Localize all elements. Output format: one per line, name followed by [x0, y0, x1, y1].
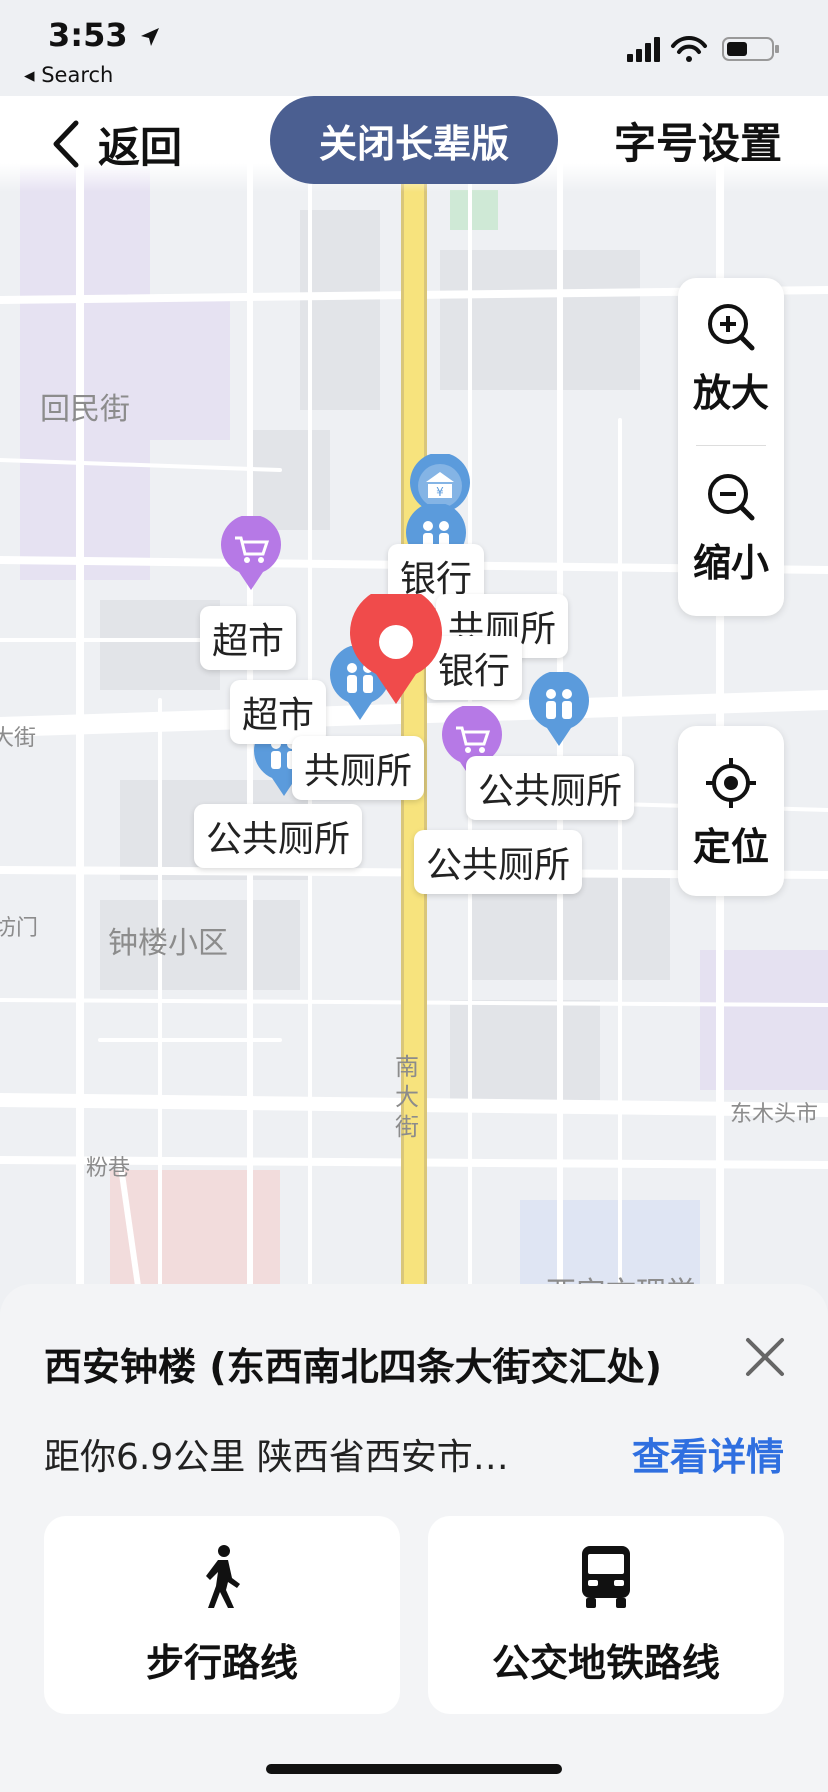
poi-label-supermarket[interactable]: 超市 [200, 606, 297, 670]
zoom-in-button[interactable]: 放大 [678, 300, 784, 450]
map-label-fen-xiang: 粉巷 [86, 1156, 131, 1181]
walking-route-label: 步行路线 [145, 1641, 298, 1685]
zoom-out-button[interactable]: 缩小 [678, 470, 784, 620]
zoom-out-label: 缩小 [692, 541, 769, 585]
walking-person-icon [206, 1545, 240, 1608]
supermarket-pin-icon[interactable] [219, 516, 283, 592]
locate-label: 定位 [692, 825, 769, 869]
zoom-in-icon [708, 304, 755, 351]
poi-label-toilet[interactable]: 公共厕所 [194, 804, 363, 868]
zoom-divider [696, 445, 766, 446]
view-details-link[interactable]: 查看详情 [632, 1426, 784, 1481]
font-size-settings-button[interactable]: 字号设置 [614, 110, 782, 171]
poi-label-toilet[interactable]: 共厕所 [292, 736, 425, 800]
place-detail-sheet: 西安钟楼 (东西南北四条大街交汇处) 距你6.9公里 陕西省西安市… 查看详情 … [0, 1284, 828, 1792]
signal-icon [627, 37, 660, 62]
poi-label-toilet[interactable]: 公共厕所 [414, 830, 583, 894]
status-time-text: 3:53 [48, 16, 128, 54]
status-icons [627, 36, 779, 62]
close-elder-mode-button[interactable]: 关闭长辈版 [270, 96, 558, 184]
close-icon[interactable] [742, 1334, 788, 1380]
back-label: 返回 [98, 122, 183, 172]
map-label-fang-men: 坊门 [0, 916, 39, 941]
battery-icon [722, 37, 779, 61]
svg-text:¥: ¥ [436, 485, 444, 499]
map-label-huiminjie: 回民街 [40, 392, 130, 427]
back-button[interactable]: 返回 [50, 116, 182, 172]
status-bar: 3:53 ◂ Search [0, 0, 828, 100]
poi-label-toilet[interactable]: 公共厕所 [466, 756, 635, 820]
walking-route-button[interactable]: 步行路线 [44, 1516, 400, 1714]
transit-route-label: 公交地铁路线 [491, 1641, 720, 1685]
map-label-nan-da-jie: 南大街 [395, 1053, 419, 1141]
bus-icon [582, 1546, 630, 1608]
toilet-pin-icon[interactable] [527, 672, 591, 748]
map-label-da-jie: 大街 [0, 726, 37, 751]
home-indicator [266, 1764, 562, 1774]
place-distance-address: 距你6.9公里 陕西省西安市… [44, 1437, 509, 1478]
zoom-out-icon [708, 474, 755, 521]
status-time: 3:53 [48, 16, 161, 54]
map-label-zhonglou-xiaoqu: 钟楼小区 [108, 926, 228, 961]
wifi-icon [671, 36, 707, 62]
zoom-in-label: 放大 [692, 371, 769, 415]
map-view[interactable]: 回民街 钟楼小区 东木头市 粉巷 南大街 大街 坊门 西安文理学 ¥ 银行 共厕… [0, 0, 828, 1300]
zoom-controls: 放大 缩小 [678, 278, 784, 616]
poi-label-supermarket[interactable]: 超市 [230, 680, 327, 744]
locate-icon [706, 758, 756, 808]
map-label-dong-mu-tou-shi: 东木头市 [730, 1102, 819, 1127]
chevron-left-icon [53, 120, 79, 168]
transit-route-button[interactable]: 公交地铁路线 [428, 1516, 784, 1714]
locate-button[interactable]: 定位 [678, 726, 784, 896]
selected-location-pin-icon[interactable] [348, 594, 444, 706]
place-title: 西安钟楼 (东西南北四条大街交汇处) [44, 1345, 662, 1389]
back-to-search-link[interactable]: ◂ Search [24, 63, 113, 87]
location-arrow-icon [140, 28, 159, 46]
top-bar: 返回 关闭长辈版 字号设置 [0, 96, 828, 192]
